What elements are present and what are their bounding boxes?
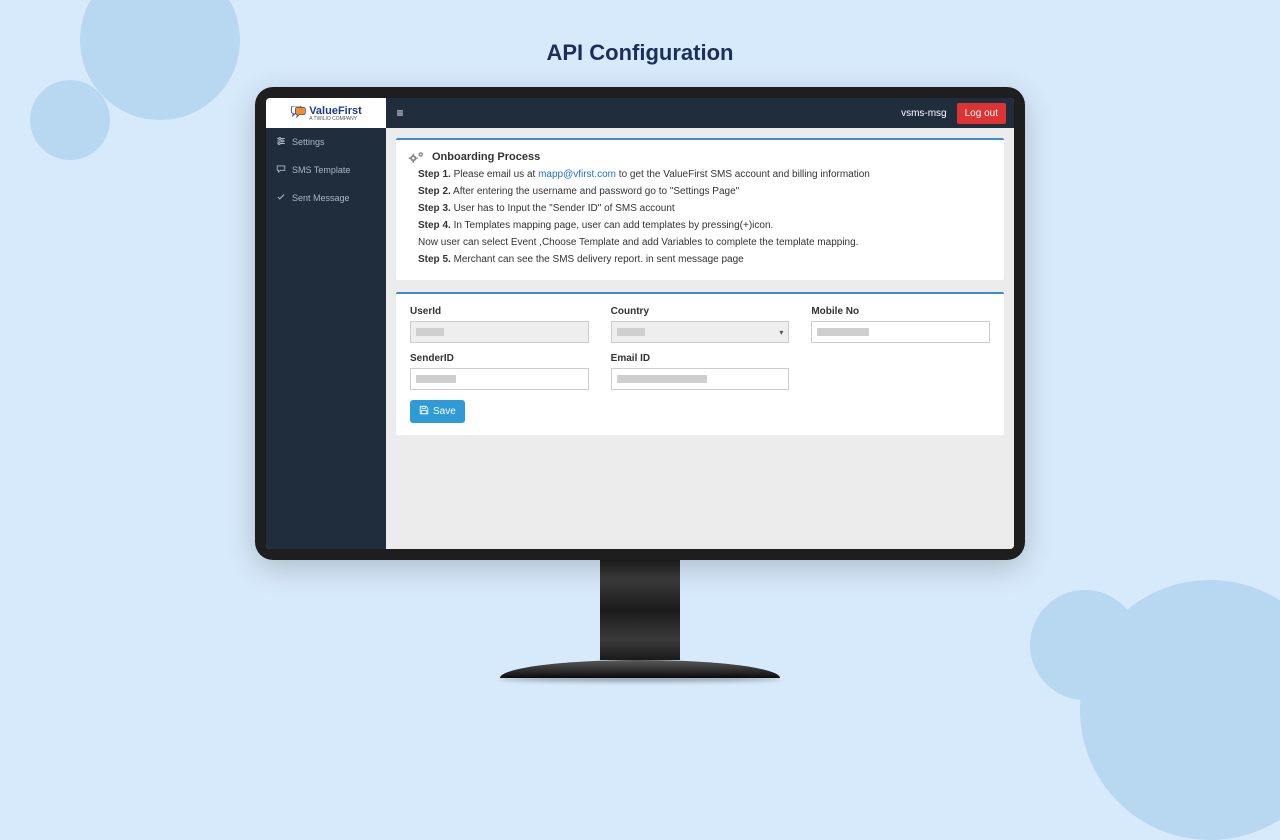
main-content: Onboarding Process Step 1. Please email … (386, 128, 1014, 549)
sliders-icon (276, 136, 286, 148)
sidebar-item-label: Settings (292, 137, 325, 147)
userid-label: UserId (410, 306, 589, 317)
save-button-label: Save (433, 406, 456, 417)
save-button[interactable]: Save (410, 400, 465, 423)
support-email-link[interactable]: mapp@vfirst.com (538, 169, 616, 180)
save-disk-icon (419, 405, 429, 418)
chevron-down-icon: ▾ (779, 328, 783, 337)
email-field[interactable] (611, 368, 790, 390)
onboarding-panel: Onboarding Process Step 1. Please email … (396, 138, 1004, 280)
current-user-label: vsms-msg (901, 108, 947, 119)
logout-button[interactable]: Log out (957, 103, 1006, 124)
monitor-stand (600, 560, 680, 660)
topbar: ValueFirst A TWILIO COMPANY ≡ vsms-msg L… (266, 98, 1014, 128)
onboarding-step-4-note: Now user can select Event ,Choose Templa… (418, 236, 992, 250)
page-title: API Configuration (0, 40, 1280, 66)
app-screen: ValueFirst A TWILIO COMPANY ≡ vsms-msg L… (266, 98, 1014, 549)
mobile-label: Mobile No (811, 306, 990, 317)
chat-icon (276, 164, 286, 176)
check-icon (276, 192, 286, 204)
monitor-illustration: ValueFirst A TWILIO COMPANY ≡ vsms-msg L… (255, 87, 1025, 682)
sidebar-item-settings[interactable]: Settings (266, 128, 386, 156)
brand-icon (290, 106, 306, 120)
country-select[interactable]: ▾ (611, 321, 790, 343)
monitor-bezel: ValueFirst A TWILIO COMPANY ≡ vsms-msg L… (255, 87, 1025, 560)
country-label: Country (611, 306, 790, 317)
userid-field[interactable] (410, 321, 589, 343)
bg-decoration (1030, 590, 1140, 700)
panel-title-text: Onboarding Process (432, 151, 540, 163)
sidebar-item-sms-template[interactable]: SMS Template (266, 156, 386, 184)
gears-icon (408, 150, 426, 164)
sidebar-item-label: Sent Message (292, 193, 350, 203)
brand-logo[interactable]: ValueFirst A TWILIO COMPANY (266, 98, 386, 128)
settings-form-panel: UserId Country ▾ (396, 292, 1004, 435)
bg-decoration (30, 80, 110, 160)
onboarding-step-1: Step 1. Please email us at mapp@vfirst.c… (418, 168, 992, 182)
sidebar-item-sent-message[interactable]: Sent Message (266, 184, 386, 212)
sidebar: Settings SMS Template Sent (266, 128, 386, 549)
onboarding-step-4: Step 4. In Templates mapping page, user … (418, 219, 992, 233)
sidebar-item-label: SMS Template (292, 165, 350, 175)
mobile-field[interactable] (811, 321, 990, 343)
senderid-field[interactable] (410, 368, 589, 390)
onboarding-step-3: Step 3. User has to Input the "Sender ID… (418, 202, 992, 216)
onboarding-step-2: Step 2. After entering the username and … (418, 185, 992, 199)
brand-name: ValueFirst (309, 105, 362, 117)
senderid-label: SenderID (410, 353, 589, 364)
brand-tagline: A TWILIO COMPANY (309, 117, 362, 122)
monitor-shadow (500, 676, 780, 682)
onboarding-step-5: Step 5. Merchant can see the SMS deliver… (418, 253, 992, 267)
hamburger-menu-icon[interactable]: ≡ (386, 106, 414, 120)
email-label: Email ID (611, 353, 790, 364)
